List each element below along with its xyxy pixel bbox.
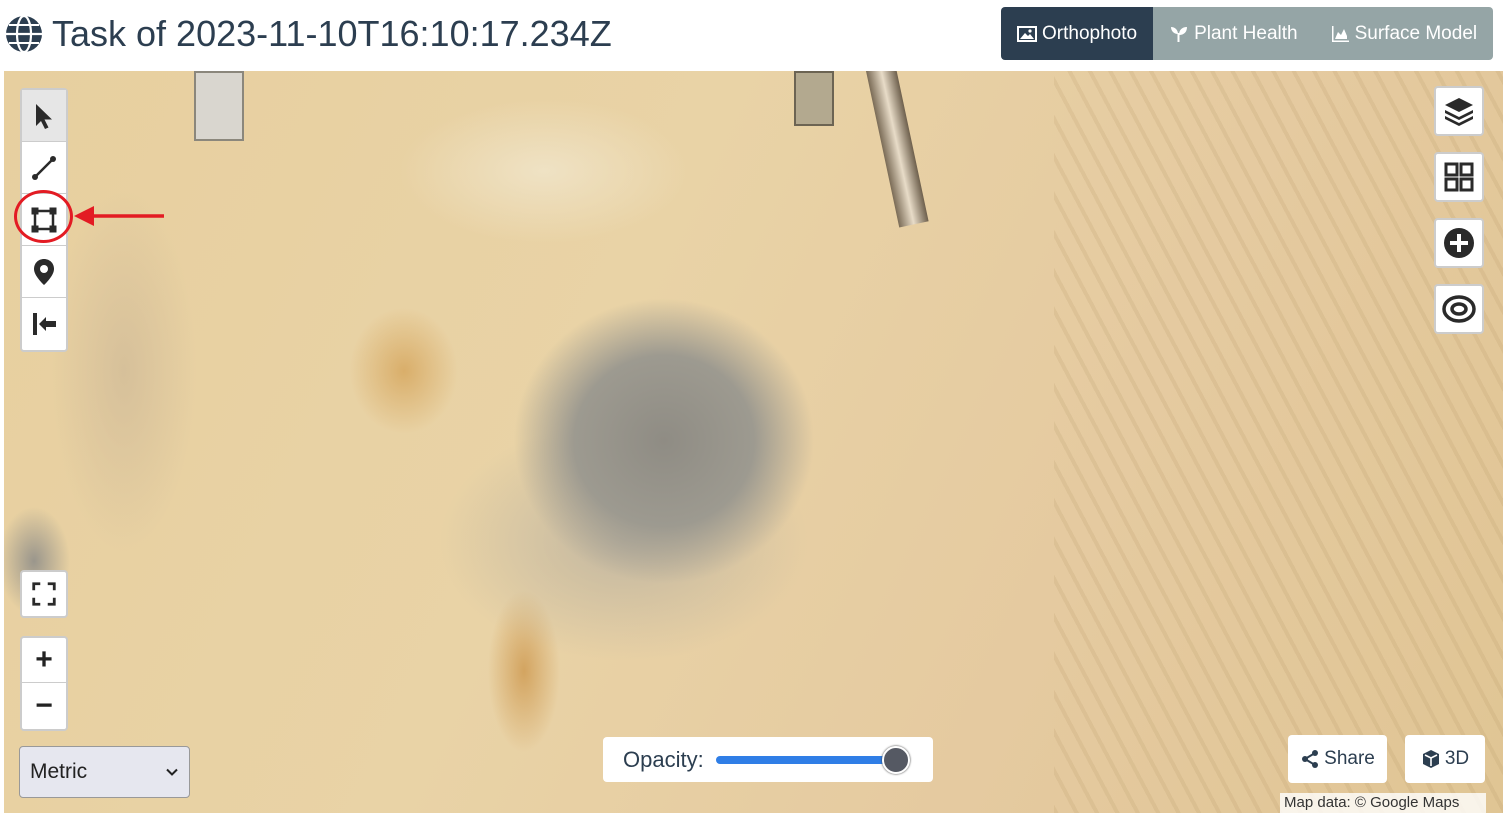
map-view[interactable] [4, 71, 1503, 813]
tab-plant-health-label: Plant Health [1194, 22, 1298, 44]
grid-button[interactable] [1434, 152, 1484, 202]
select-tool-button[interactable] [22, 90, 66, 142]
exit-measure-button[interactable] [22, 298, 66, 350]
image-icon [1017, 25, 1037, 42]
locate-button[interactable] [1434, 284, 1484, 334]
task-title: Task of 2023-11-10T16:10:17.234Z [52, 13, 612, 54]
fullscreen-button[interactable] [20, 570, 68, 618]
share-icon [1302, 750, 1319, 768]
line-tool-button[interactable] [22, 142, 66, 194]
highlight-circle [14, 190, 73, 243]
conveyor-structure [866, 71, 929, 228]
unit-select-value: Metric [30, 760, 88, 783]
tab-orthophoto-label: Orthophoto [1042, 22, 1138, 44]
globe-icon [6, 14, 42, 54]
tab-surface-model[interactable]: Surface Model [1313, 7, 1494, 60]
marker-icon [34, 258, 54, 285]
3d-label: 3D [1444, 748, 1470, 769]
zoom-control: + − [20, 636, 68, 731]
view-tabs: Orthophoto Plant Health Surface Model [1001, 7, 1494, 60]
map-attribution: Map data: © Google Maps [1280, 793, 1486, 813]
layers-button[interactable] [1434, 86, 1484, 136]
opacity-slider-track [715, 755, 896, 764]
opacity-slider[interactable] [715, 745, 910, 775]
add-layer-button[interactable] [1434, 218, 1484, 268]
plant-icon [1171, 26, 1188, 42]
tab-surface-model-label: Surface Model [1354, 22, 1478, 44]
tab-plant-health[interactable]: Plant Health [1153, 7, 1314, 60]
opacity-control: Opacity: [603, 737, 933, 782]
zoom-out-button[interactable]: − [22, 683, 66, 728]
exit-icon [33, 313, 56, 335]
plus-circle-icon [1444, 228, 1474, 258]
area-chart-icon [1331, 25, 1349, 42]
tab-orthophoto[interactable]: Orthophoto [1001, 7, 1154, 60]
opacity-label: Opacity: [623, 746, 704, 772]
header: Task of 2023-11-10T16:10:17.234Z Orthoph… [0, 0, 1508, 70]
page-title: Task of 2023-11-10T16:10:17.234Z [4, 12, 612, 56]
target-icon [1442, 295, 1476, 323]
fullscreen-icon [32, 582, 56, 606]
line-icon [32, 155, 56, 180]
machine-structure [794, 71, 834, 126]
opacity-slider-thumb[interactable] [881, 745, 910, 774]
3d-button[interactable]: 3D [1405, 735, 1485, 783]
pointer-icon [36, 103, 52, 129]
unit-select[interactable]: Metric [19, 746, 190, 798]
cube-icon [1422, 750, 1439, 768]
marker-tool-button[interactable] [22, 246, 66, 298]
chevron-down-icon [166, 768, 178, 776]
share-button[interactable]: Share [1288, 735, 1387, 783]
annotation-arrow-icon [74, 206, 164, 226]
layers-icon [1445, 98, 1473, 126]
grid-icon [1444, 162, 1474, 192]
share-label: Share [1324, 748, 1375, 769]
machine-structure [194, 71, 244, 141]
zoom-in-button[interactable]: + [22, 638, 66, 683]
